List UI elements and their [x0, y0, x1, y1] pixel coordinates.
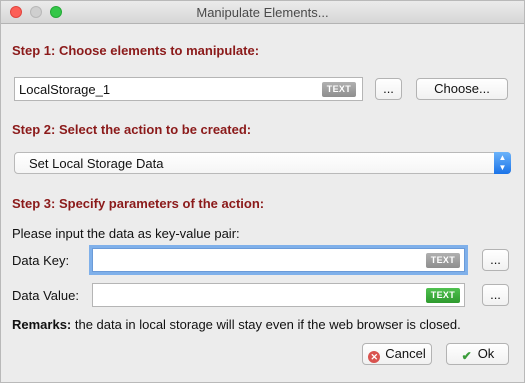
key-text-badge: TEXT [425, 253, 460, 268]
ok-label: Ok [477, 346, 495, 361]
instruction-text: Please input the data as key-value pair: [12, 226, 240, 241]
text-type-badge: TEXT [321, 82, 356, 97]
element-value: LocalStorage_1 [19, 82, 111, 97]
ok-button[interactable]: ✔ Ok [446, 343, 509, 365]
step2-heading: Step 2: Select the action to be created: [12, 122, 252, 137]
title-bar: Manipulate Elements... [1, 1, 524, 24]
cancel-button[interactable]: ✕ Cancel [362, 343, 432, 365]
remarks-label: Remarks: [12, 317, 72, 332]
element-field[interactable]: LocalStorage_1 TEXT [14, 77, 363, 101]
step1-heading: Step 1: Choose elements to manipulate: [12, 43, 260, 58]
manipulate-elements-dialog: Manipulate Elements... Step 1: Choose el… [0, 0, 525, 383]
data-value-input[interactable]: TEXT [92, 283, 465, 307]
data-key-input[interactable]: TEXT [92, 248, 465, 272]
data-key-label: Data Key: [12, 253, 70, 268]
element-browse-button[interactable]: ... [375, 78, 402, 100]
remarks-text: Remarks: the data in local storage will … [12, 317, 461, 332]
choose-button[interactable]: Choose... [416, 78, 508, 100]
updown-arrows-icon: ▲ ▼ [494, 152, 511, 174]
step3-heading: Step 3: Specify parameters of the action… [12, 196, 265, 211]
data-value-browse-button[interactable]: ... [482, 284, 509, 306]
action-select[interactable]: Set Local Storage Data ▲ ▼ [14, 152, 511, 174]
window-title: Manipulate Elements... [196, 5, 329, 20]
checkmark-icon: ✔ [461, 349, 472, 363]
value-text-badge: TEXT [425, 288, 460, 303]
data-value-label: Data Value: [12, 288, 79, 303]
action-selected-value: Set Local Storage Data [29, 156, 164, 171]
remarks-body: the data in local storage will stay even… [71, 317, 461, 332]
cancel-x-icon: ✕ [368, 351, 381, 363]
data-key-browse-button[interactable]: ... [482, 249, 509, 271]
cancel-label: Cancel [385, 346, 426, 361]
